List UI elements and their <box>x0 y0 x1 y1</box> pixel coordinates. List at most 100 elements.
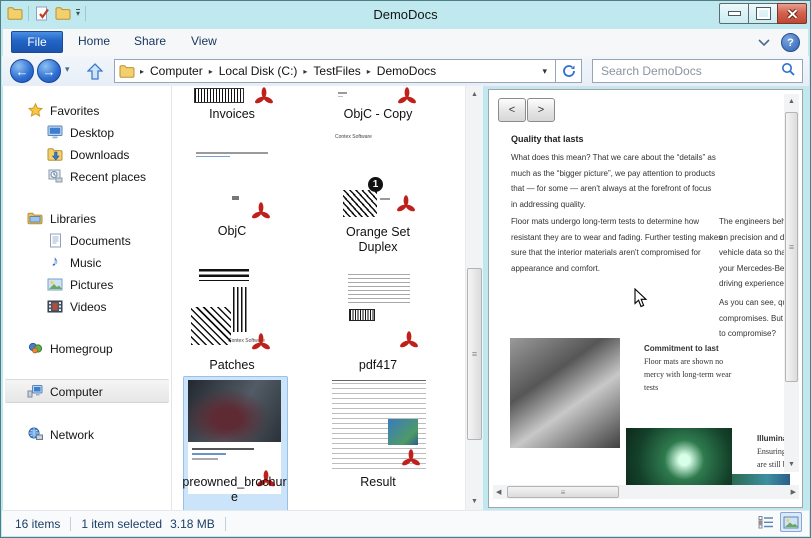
window-controls <box>719 3 807 24</box>
large-icons-view-button[interactable] <box>780 512 802 532</box>
file-name: pdf417 <box>358 358 398 372</box>
file-name: Result <box>360 475 396 489</box>
address-dropdown-icon[interactable]: ▾ <box>534 66 555 77</box>
minimize-icon <box>727 11 741 16</box>
toolbar-separator <box>85 5 87 21</box>
search-box <box>592 59 803 83</box>
sidebar-item-computer[interactable]: Computer <box>5 379 169 403</box>
pdf-file-icon <box>395 195 417 215</box>
sidebar-item-network[interactable]: Network <box>3 423 171 445</box>
pictures-icon <box>47 276 63 292</box>
maximize-icon <box>755 7 771 20</box>
scroll-up-icon[interactable]: ▲ <box>466 91 483 98</box>
help-icon[interactable]: ? <box>781 33 800 52</box>
pdf-file-icon <box>250 202 272 222</box>
back-button[interactable]: ← <box>10 59 34 83</box>
breadcrumb-separator-icon: ▸ <box>208 66 213 76</box>
maximize-button[interactable] <box>748 3 778 24</box>
breadcrumb-local-disk[interactable]: Local Disk (C:) <box>218 64 299 78</box>
search-input[interactable] <box>593 64 774 78</box>
documents-icon <box>47 232 63 248</box>
status-separator <box>70 516 72 531</box>
scrollbar-thumb[interactable]: ≡ <box>507 486 619 498</box>
sidebar-item-favorites[interactable]: Favorites <box>3 99 171 121</box>
scrollbar-thumb[interactable]: ≡ <box>467 268 482 440</box>
scroll-left-icon[interactable]: ◀ <box>496 488 501 496</box>
homegroup-icon <box>27 340 43 356</box>
sidebar-item-videos[interactable]: Videos <box>3 295 171 317</box>
search-icon[interactable] <box>774 62 802 81</box>
scroll-down-icon[interactable]: ▼ <box>784 461 799 468</box>
scrollbar-thumb[interactable]: ≡ <box>785 112 798 382</box>
sidebar-item-label: Videos <box>70 299 107 314</box>
file-name: ObjC - Copy <box>343 107 413 121</box>
tab-view[interactable]: View <box>191 34 217 48</box>
details-view-icon <box>758 516 773 529</box>
sidebar-item-desktop[interactable]: Desktop <box>3 121 171 143</box>
qat-customize-icon[interactable]: ▾ <box>76 8 81 18</box>
scroll-right-icon[interactable]: ▶ <box>791 488 796 496</box>
preview-paragraph: Floor mats undergo long-term tests to de… <box>511 217 723 273</box>
barcode-graphic <box>191 307 231 345</box>
breadcrumb-testfiles[interactable]: TestFiles <box>312 64 361 78</box>
file-list-scrollbar[interactable]: ▲ ≡ ▼ <box>465 86 483 510</box>
details-view-button[interactable] <box>755 512 777 532</box>
window-title: DemoDocs <box>373 7 438 22</box>
new-folder-icon[interactable] <box>55 5 71 21</box>
music-icon: ♪ <box>51 253 59 270</box>
sidebar-item-label: Favorites <box>50 103 100 118</box>
sidebar-item-recent-places[interactable]: Recent places <box>3 165 171 187</box>
refresh-button[interactable] <box>555 60 581 82</box>
up-button[interactable] <box>84 61 106 81</box>
sidebar-item-downloads[interactable]: Downloads <box>3 143 171 165</box>
sidebar-item-homegroup[interactable]: Homegroup <box>3 337 171 359</box>
breadcrumb-separator-icon: ▸ <box>366 66 371 76</box>
thumbnail-text: Contex Software <box>335 134 372 140</box>
barcode-graphic <box>199 269 249 281</box>
title-bar: ▾ DemoDocs <box>1 1 810 29</box>
scroll-down-icon[interactable]: ▼ <box>466 498 483 505</box>
status-separator <box>224 516 226 531</box>
properties-icon[interactable] <box>34 5 50 21</box>
tab-home[interactable]: Home <box>78 34 110 48</box>
pdf-file-icon <box>396 87 418 107</box>
preview-vertical-scrollbar[interactable]: ▲ ≡ ▼ <box>784 94 799 472</box>
explorer-window: ▾ DemoDocs File Home Share View ? ← → ▾ <box>0 0 811 538</box>
sidebar-item-music[interactable]: ♪ Music <box>3 251 171 273</box>
file-name: Orange Set Duplex <box>346 225 410 254</box>
network-icon <box>27 426 43 442</box>
expand-ribbon-chevron-icon[interactable] <box>757 34 771 52</box>
breadcrumb-computer[interactable]: Computer <box>149 64 204 78</box>
item-count: 16 items <box>15 516 61 531</box>
status-bar: 16 items 1 item selected 3.18 MB <box>2 510 809 536</box>
refresh-icon <box>562 65 575 77</box>
sidebar-item-libraries[interactable]: Libraries <box>3 207 171 229</box>
previous-page-button[interactable]: < <box>498 98 526 122</box>
forward-arrow-icon: → <box>42 63 56 79</box>
close-icon <box>786 8 798 19</box>
sidebar-item-label: Homegroup <box>50 341 113 356</box>
address-bar[interactable]: ▸ Computer ▸ Local Disk (C:) ▸ TestFiles… <box>114 59 582 83</box>
sidebar-item-label: Pictures <box>70 277 114 292</box>
barcode-graphic <box>343 190 377 217</box>
sidebar-item-pictures[interactable]: Pictures <box>3 273 171 295</box>
barcode-graphic <box>233 287 247 332</box>
sidebar-item-label: Downloads <box>70 147 130 162</box>
preview-horizontal-scrollbar[interactable]: ◀ ≡ ▶ <box>493 485 799 499</box>
forward-button[interactable]: → <box>37 59 61 83</box>
minimize-button[interactable] <box>719 3 749 24</box>
file-name: ObjC <box>217 224 247 238</box>
tab-file[interactable]: File <box>11 31 63 53</box>
close-button[interactable] <box>777 3 807 24</box>
next-page-button[interactable]: > <box>527 98 555 122</box>
scroll-up-icon[interactable]: ▲ <box>784 98 799 105</box>
pdf-file-icon <box>398 331 420 351</box>
recent-pages-dropdown-icon[interactable]: ▾ <box>65 64 70 75</box>
navigation-bar: ← → ▾ ▸ Computer ▸ Local Disk (C:) ▸ Tes… <box>2 56 809 87</box>
selection-size: 3.18 MB <box>170 516 215 531</box>
tab-share[interactable]: Share <box>134 34 166 48</box>
downloads-icon <box>47 146 63 162</box>
sidebar-item-documents[interactable]: Documents <box>3 229 171 251</box>
breadcrumb-demodocs[interactable]: DemoDocs <box>376 64 437 78</box>
back-arrow-icon: ← <box>15 63 29 79</box>
